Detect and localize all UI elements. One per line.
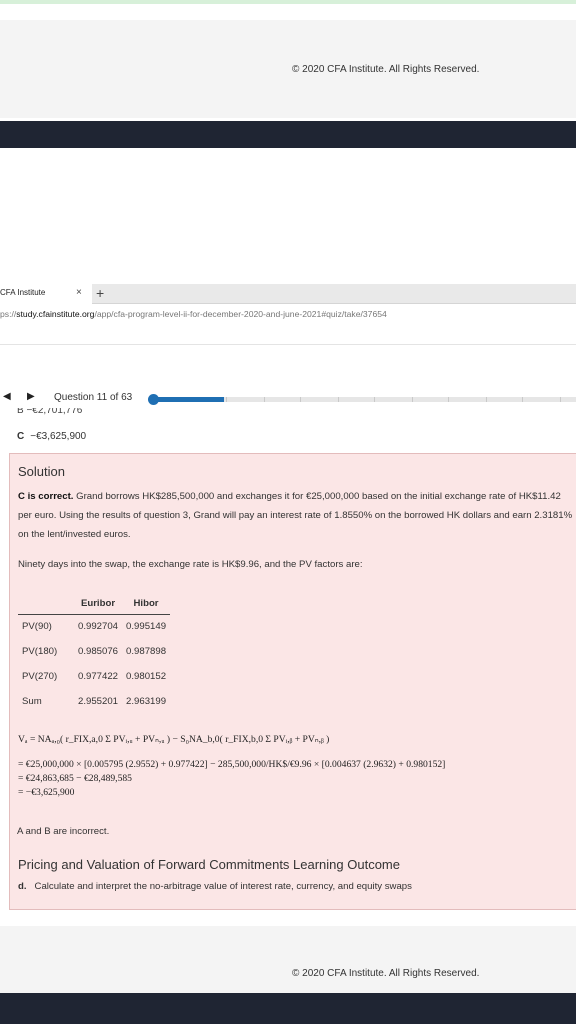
next-question-icon[interactable]: ▶: [27, 391, 35, 402]
address-bar[interactable]: ps://study.cfainstitute.org/app/cfa-prog…: [0, 305, 576, 345]
answer-option-b: B −€2,701,776: [17, 408, 83, 416]
incorrect-note: A and B are incorrect.: [17, 826, 110, 837]
progress-tick: [226, 397, 227, 402]
progress-tick: [338, 397, 339, 402]
page-footer-top: © 2020 CFA Institute. All Rights Reserve…: [0, 20, 576, 118]
answer-letter: C: [17, 431, 25, 442]
url-path: /app/cfa-program-level-ii-for-december-2…: [94, 309, 387, 319]
table-cell: Sum: [22, 696, 42, 707]
browser-tab[interactable]: CFA Institute ×: [0, 284, 92, 304]
table-cell: 2.963199: [126, 696, 167, 707]
formula-line: = €24,863,685 − €28,489,585: [18, 773, 132, 784]
table-header: [18, 594, 74, 615]
table-cell: 0.995149: [126, 621, 167, 633]
solution-paragraph-text: Grand borrows HK$285,500,000 and exchang…: [18, 491, 573, 540]
progress-fill: [152, 397, 225, 402]
lo-letter: d.: [18, 881, 27, 892]
table-cell: 0.980152: [126, 671, 167, 682]
new-tab-icon[interactable]: +: [96, 285, 104, 301]
formula-line: = −€3,625,900: [18, 787, 75, 798]
progress-tick: [300, 397, 301, 402]
answer-option-c: C −€3,625,900: [17, 431, 86, 442]
table-header: Euribor: [74, 594, 123, 615]
url-host: study.cfainstitute.org: [16, 309, 95, 319]
progress-tick: [522, 397, 523, 402]
progress-tick: [264, 397, 265, 402]
url-text[interactable]: ps://study.cfainstitute.org/app/cfa-prog…: [0, 309, 387, 319]
learning-outcome-item: d. Calculate and interpret the no-arbitra…: [18, 881, 412, 892]
learning-outcome-title: Pricing and Valuation of Forward Commitm…: [18, 857, 400, 872]
table-cell: PV(180): [22, 646, 58, 657]
pv-factor-table: Euribor Hibor PV(90) 0.992704 0.995149 P…: [18, 594, 171, 714]
previous-question-icon[interactable]: ◀: [3, 391, 11, 402]
tab-title: CFA Institute: [0, 288, 46, 297]
quiz-progress-bar[interactable]: [148, 394, 576, 405]
table-cell: 0.985076: [78, 646, 119, 657]
table-cell: PV(90): [22, 621, 52, 633]
dark-footer-bar-top: [0, 121, 576, 148]
url-prefix: ps://: [0, 309, 17, 319]
dark-footer-bar-bottom: [0, 993, 576, 1024]
progress-tick: [448, 397, 449, 402]
copyright-text: © 2020 CFA Institute. All Rights Reserve…: [292, 64, 480, 75]
top-strip: [0, 0, 576, 4]
solution-title: Solution: [18, 464, 65, 479]
progress-tick: [560, 397, 561, 402]
formula-line: = €25,000,000 × [0.005795 (2.9552) + 0.9…: [18, 759, 446, 770]
solution-paragraph: C is correct. Grand borrows HK$285,500,0…: [18, 487, 576, 544]
table-cell: 0.977422: [78, 671, 119, 682]
progress-handle[interactable]: [148, 394, 159, 405]
table-row: Sum 2.955201 2.963199: [18, 689, 170, 714]
table-row: PV(270) 0.977422 0.980152: [18, 664, 170, 689]
answer-value: −€3,625,900: [30, 431, 87, 442]
table-cell: 0.987898: [126, 646, 167, 657]
table-cell: PV(270): [22, 671, 58, 682]
table-row: PV(180) 0.985076 0.987898: [18, 639, 170, 664]
table-header-row: Euribor Hibor: [18, 594, 171, 615]
lo-text: Calculate and interpret the no-arbitrage…: [34, 881, 412, 892]
solution-panel: Solution C is correct. Grand borrows HK$…: [9, 453, 576, 910]
copyright-text: © 2020 CFA Institute. All Rights Reserve…: [292, 968, 480, 979]
page-footer-bottom: © 2020 CFA Institute. All Rights Reserve…: [0, 926, 576, 993]
browser-tab-bar: CFA Institute × +: [0, 284, 576, 304]
progress-tick: [412, 397, 413, 402]
close-tab-icon[interactable]: ×: [76, 287, 82, 298]
formula-line: Vₐ = NAₐ,₀( r_FIX,a,0 Σ PVᵢ,ᵤ + PVₙ,ᵤ ) …: [18, 734, 330, 745]
question-counter: Question 11 of 63: [54, 392, 133, 403]
table-row: PV(90) 0.992704 0.995149: [18, 614, 170, 639]
table-header: Hibor: [122, 594, 171, 615]
question-navigation: ◀ ▶ Question 11 of 63: [0, 389, 576, 411]
table-cell: 0.992704: [78, 621, 119, 633]
progress-tick: [374, 397, 375, 402]
progress-tick: [486, 397, 487, 402]
correct-label: C is correct.: [18, 491, 74, 502]
solution-paragraph-2: Ninety days into the swap, the exchange …: [18, 559, 363, 570]
table-cell: 2.955201: [78, 696, 119, 707]
